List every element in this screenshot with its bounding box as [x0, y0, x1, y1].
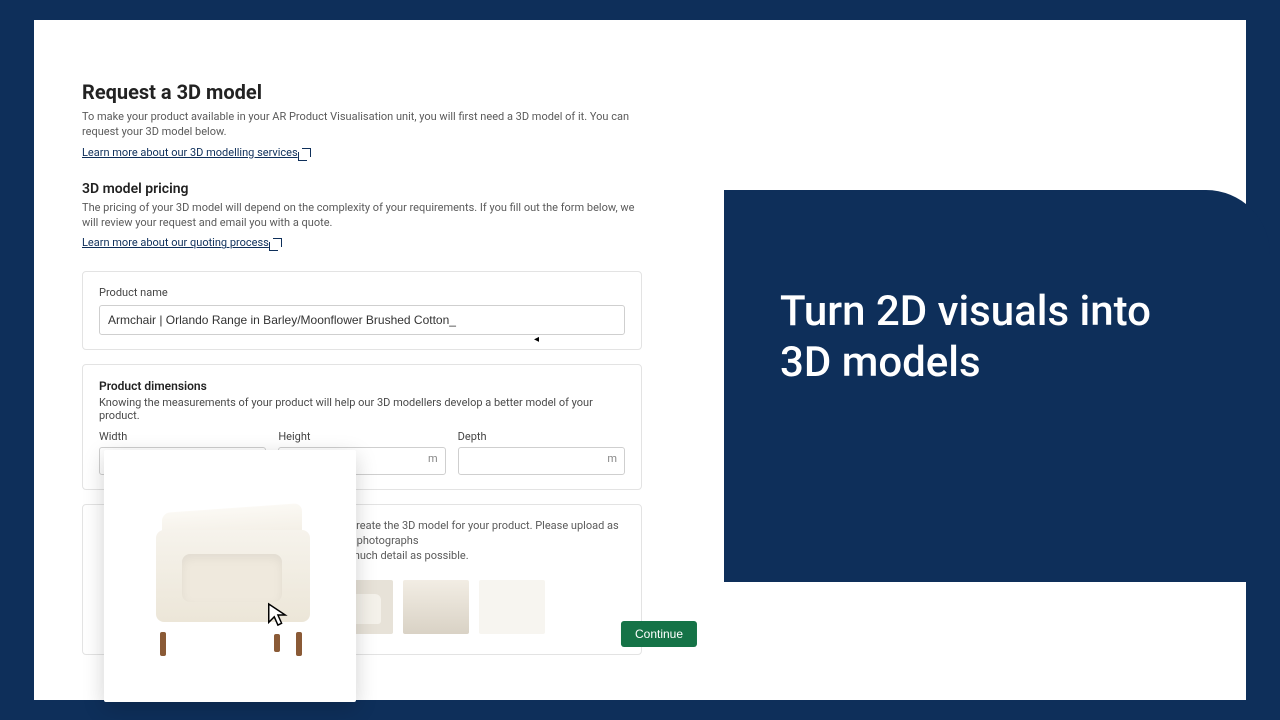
link-text: Learn more about our quoting process	[82, 236, 269, 249]
page-title: Request a 3D model	[82, 80, 642, 104]
cursor-icon	[266, 602, 288, 628]
marketing-panel: Turn 2D visuals into 3D models	[724, 190, 1270, 582]
width-label: Width	[99, 430, 266, 443]
pricing-heading: 3D model pricing	[82, 181, 642, 197]
pointer-glyph: ◂	[534, 334, 539, 345]
app-stage: Request a 3D model To make your product …	[34, 20, 1246, 700]
modelling-services-link[interactable]: Learn more about our 3D modelling servic…	[82, 146, 311, 159]
link-text: Learn more about our 3D modelling servic…	[82, 146, 298, 159]
armchair-illustration	[138, 500, 328, 650]
product-preview[interactable]	[104, 450, 356, 702]
headline-line1: Turn 2D visuals into	[780, 286, 1230, 337]
product-name-card: Product name	[82, 271, 642, 350]
depth-label: Depth	[458, 430, 625, 443]
dimensions-heading: Product dimensions	[99, 379, 625, 393]
marketing-headline: Turn 2D visuals into 3D models	[780, 286, 1230, 388]
depth-input[interactable]	[458, 447, 625, 475]
height-label: Height	[278, 430, 445, 443]
unit-label: m	[428, 452, 438, 465]
headline-line2: 3D models	[780, 337, 1230, 388]
photo-thumb-2[interactable]	[403, 580, 469, 634]
product-name-input[interactable]	[99, 305, 625, 335]
external-link-icon	[302, 148, 311, 157]
pricing-body: The pricing of your 3D model will depend…	[82, 201, 642, 231]
external-link-icon	[273, 238, 282, 247]
quoting-process-link[interactable]: Learn more about our quoting process	[82, 236, 282, 249]
dimensions-body: Knowing the measurements of your product…	[99, 396, 625, 422]
unit-label: m	[607, 452, 617, 465]
photo-thumb-3[interactable]	[479, 580, 545, 634]
continue-button[interactable]: Continue	[621, 621, 697, 647]
product-name-label: Product name	[99, 286, 625, 299]
page-intro: To make your product available in your A…	[82, 110, 642, 140]
